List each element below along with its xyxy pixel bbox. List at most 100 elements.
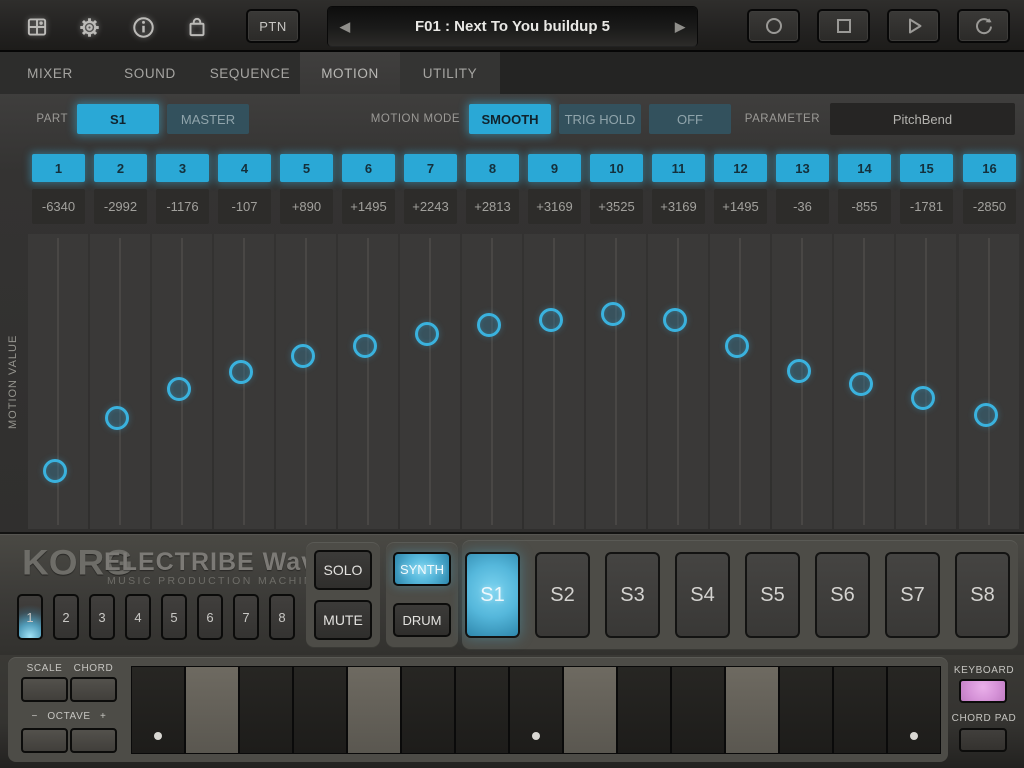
part-pad-s4[interactable]: S4 — [675, 552, 730, 638]
step-mute-button-7[interactable]: 7 — [233, 594, 259, 640]
key-4[interactable] — [294, 667, 346, 753]
shop-bag-icon[interactable] — [182, 12, 212, 42]
solo-button[interactable]: SOLO — [314, 550, 372, 590]
motion-lane-14[interactable] — [834, 234, 894, 529]
motion-lane-15[interactable] — [896, 234, 956, 529]
step-mute-button-3[interactable]: 3 — [89, 594, 115, 640]
part-pad-s7[interactable]: S7 — [885, 552, 940, 638]
motion-lane-9[interactable] — [524, 234, 584, 529]
key-11[interactable] — [672, 667, 724, 753]
keyboard-mode-button[interactable] — [959, 679, 1007, 703]
info-icon[interactable] — [128, 12, 158, 42]
motion-point-16[interactable] — [974, 403, 998, 427]
motion-point-1[interactable] — [43, 459, 67, 483]
motion-mode-smooth-button[interactable]: SMOOTH — [469, 104, 551, 134]
motion-lane-16[interactable] — [959, 234, 1019, 529]
step-button-1[interactable]: 1 — [32, 154, 85, 182]
part-pad-s5[interactable]: S5 — [745, 552, 800, 638]
part-master-button[interactable]: MASTER — [167, 104, 249, 134]
settings-gear-icon[interactable] — [74, 12, 104, 42]
step-button-6[interactable]: 6 — [342, 154, 395, 182]
key-8[interactable] — [510, 667, 562, 753]
key-12[interactable] — [726, 667, 778, 753]
motion-lane-3[interactable] — [152, 234, 212, 529]
scale-button[interactable] — [21, 677, 68, 702]
chord-pad-button[interactable] — [959, 728, 1007, 752]
step-button-5[interactable]: 5 — [280, 154, 333, 182]
step-button-4[interactable]: 4 — [218, 154, 271, 182]
motion-point-11[interactable] — [663, 308, 687, 332]
tab-sequence[interactable]: SEQUENCE — [200, 52, 300, 94]
chord-button[interactable] — [70, 677, 117, 702]
window-select-icon[interactable] — [22, 12, 52, 42]
pattern-display[interactable]: ◀ F01 : Next To You buildup 5 ▶ — [328, 7, 697, 46]
step-button-12[interactable]: 12 — [714, 154, 767, 182]
motion-lane-1[interactable] — [28, 234, 88, 529]
tab-mixer[interactable]: MIXER — [0, 52, 100, 94]
motion-mode-trig-hold-button[interactable]: TRIG HOLD — [559, 104, 641, 134]
motion-point-12[interactable] — [725, 334, 749, 358]
tab-utility[interactable]: UTILITY — [400, 52, 500, 94]
step-button-10[interactable]: 10 — [590, 154, 643, 182]
key-14[interactable] — [834, 667, 886, 753]
motion-lane-6[interactable] — [338, 234, 398, 529]
key-10[interactable] — [618, 667, 670, 753]
step-button-3[interactable]: 3 — [156, 154, 209, 182]
motion-point-7[interactable] — [415, 322, 439, 346]
step-button-7[interactable]: 7 — [404, 154, 457, 182]
drum-button[interactable]: DRUM — [393, 603, 451, 637]
motion-lane-11[interactable] — [648, 234, 708, 529]
step-button-16[interactable]: 16 — [963, 154, 1016, 182]
ptn-button[interactable]: PTN — [246, 9, 300, 43]
motion-lane-13[interactable] — [772, 234, 832, 529]
part-pad-s8[interactable]: S8 — [955, 552, 1010, 638]
motion-lane-8[interactable] — [462, 234, 522, 529]
key-9[interactable] — [564, 667, 616, 753]
step-mute-button-2[interactable]: 2 — [53, 594, 79, 640]
key-6[interactable] — [402, 667, 454, 753]
motion-point-2[interactable] — [105, 406, 129, 430]
motion-point-13[interactable] — [787, 359, 811, 383]
part-s1-button[interactable]: S1 — [77, 104, 159, 134]
key-7[interactable] — [456, 667, 508, 753]
part-pad-s3[interactable]: S3 — [605, 552, 660, 638]
pattern-next-icon[interactable]: ▶ — [675, 7, 685, 46]
part-pad-s1[interactable]: S1 — [465, 552, 520, 638]
step-button-11[interactable]: 11 — [652, 154, 705, 182]
play-button[interactable] — [887, 9, 940, 43]
motion-point-15[interactable] — [911, 386, 935, 410]
pattern-prev-icon[interactable]: ◀ — [340, 7, 350, 46]
tab-sound[interactable]: SOUND — [100, 52, 200, 94]
step-button-2[interactable]: 2 — [94, 154, 147, 182]
step-button-9[interactable]: 9 — [528, 154, 581, 182]
motion-point-8[interactable] — [477, 313, 501, 337]
step-button-8[interactable]: 8 — [466, 154, 519, 182]
motion-point-10[interactable] — [601, 302, 625, 326]
parameter-select[interactable]: PitchBend — [830, 103, 1015, 135]
motion-point-14[interactable] — [849, 372, 873, 396]
motion-point-9[interactable] — [539, 308, 563, 332]
motion-lane-4[interactable] — [214, 234, 274, 529]
key-5[interactable] — [348, 667, 400, 753]
key-3[interactable] — [240, 667, 292, 753]
key-15[interactable] — [888, 667, 940, 753]
octave-up-button[interactable] — [70, 728, 117, 753]
motion-point-5[interactable] — [291, 344, 315, 368]
motion-lane-10[interactable] — [586, 234, 646, 529]
motion-point-4[interactable] — [229, 360, 253, 384]
key-1[interactable] — [132, 667, 184, 753]
stop-button[interactable] — [817, 9, 870, 43]
key-13[interactable] — [780, 667, 832, 753]
motion-point-3[interactable] — [167, 377, 191, 401]
step-mute-button-4[interactable]: 4 — [125, 594, 151, 640]
octave-down-button[interactable] — [21, 728, 68, 753]
step-button-13[interactable]: 13 — [776, 154, 829, 182]
motion-lane-7[interactable] — [400, 234, 460, 529]
step-mute-button-8[interactable]: 8 — [269, 594, 295, 640]
motion-point-6[interactable] — [353, 334, 377, 358]
motion-lane-5[interactable] — [276, 234, 336, 529]
step-mute-button-1[interactable]: 1 — [17, 594, 43, 640]
step-mute-button-6[interactable]: 6 — [197, 594, 223, 640]
record-button[interactable] — [747, 9, 800, 43]
motion-mode-off-button[interactable]: OFF — [649, 104, 731, 134]
